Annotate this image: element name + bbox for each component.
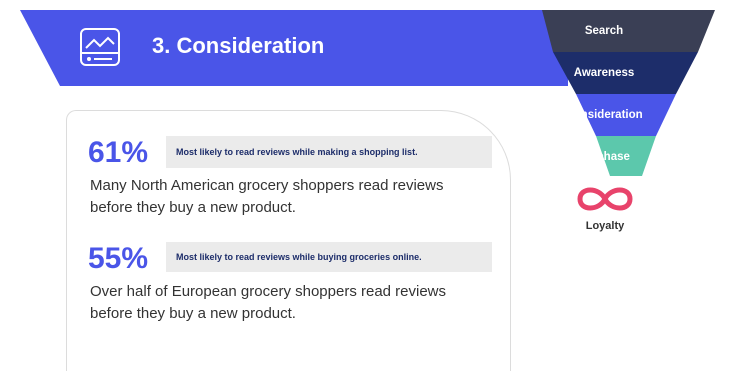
stat-highlight-text: Most likely to read reviews while buying… [176, 252, 422, 262]
funnel-label-consideration: Consideration [565, 109, 643, 121]
stat-highlight-61: Most likely to read reviews while making… [166, 136, 492, 168]
funnel-label-purchase: Purchase [578, 151, 630, 163]
stat-description-55: Over half of European grocery shoppers r… [90, 283, 447, 322]
stat-highlight-text: Most likely to read reviews while making… [176, 147, 418, 157]
funnel-label-awareness: Awareness [573, 67, 635, 79]
stat-value-55: 55% [88, 242, 149, 275]
stat-value-61: 61% [88, 136, 149, 169]
stat-description-61: Many North American grocery shoppers rea… [90, 177, 444, 216]
funnel-label-search: Search [584, 25, 624, 37]
infinity-icon [577, 187, 633, 211]
stat-highlight-55: Most likely to read reviews while buying… [166, 242, 492, 272]
loyalty-label: Loyalty [585, 220, 625, 232]
